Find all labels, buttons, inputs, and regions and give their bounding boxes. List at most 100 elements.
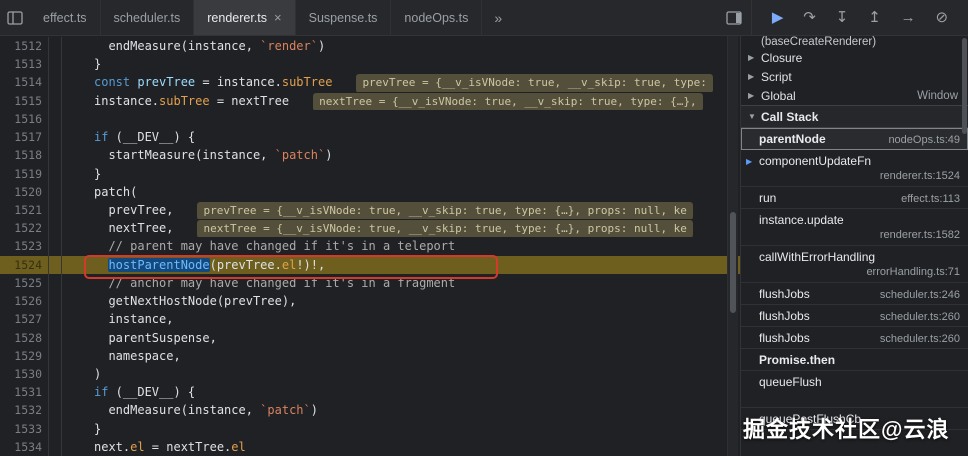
breakpoint-gutter[interactable] <box>48 37 62 56</box>
tab-effect.ts[interactable]: effect.ts <box>30 0 101 35</box>
line-number[interactable]: 1515 <box>0 92 48 110</box>
line-number[interactable]: 1522 <box>0 219 48 237</box>
scope-row-script[interactable]: ▶ Script <box>741 67 968 86</box>
breakpoint-gutter[interactable] <box>48 182 62 201</box>
tab-nodeOps.ts[interactable]: nodeOps.ts <box>391 0 483 35</box>
step-over-icon[interactable]: ↷ <box>803 10 816 25</box>
callstack-frame[interactable]: Promise.then <box>741 349 968 371</box>
breakpoint-gutter[interactable] <box>48 219 62 238</box>
line-number[interactable]: 1529 <box>0 347 48 365</box>
sidebar-scrollbar-thumb[interactable] <box>962 38 967 134</box>
line-number[interactable]: 1530 <box>0 365 48 383</box>
code-content: next.el = nextTree.el <box>62 438 740 456</box>
breakpoint-gutter[interactable] <box>48 146 62 165</box>
code-token: patch( <box>94 184 138 199</box>
line-number[interactable]: 1534 <box>0 438 48 456</box>
scope-row-closure[interactable]: ▶ Closure <box>741 48 968 67</box>
code-line: 1519} <box>0 164 740 183</box>
code-token: subTree <box>281 75 333 90</box>
code-content: if (__DEV__) { <box>62 383 740 401</box>
code-editor[interactable]: 1512 endMeasure(instance, `render`) 1513}… <box>0 36 741 456</box>
breakpoint-gutter[interactable] <box>48 328 62 347</box>
tab-scheduler.ts[interactable]: scheduler.ts <box>101 0 195 35</box>
code-content: instance.subTree = nextTree nextTree = {_… <box>62 92 740 110</box>
line-number[interactable]: 1531 <box>0 383 48 401</box>
frame-location <box>759 391 960 404</box>
breakpoint-gutter[interactable] <box>48 237 62 256</box>
breakpoint-gutter[interactable] <box>48 109 62 129</box>
line-number[interactable]: 1524 <box>0 256 48 274</box>
code-token: } <box>94 57 102 72</box>
breakpoint-gutter[interactable] <box>48 437 62 456</box>
step-into-icon[interactable]: ↧ <box>836 10 849 25</box>
show-navigator-icon[interactable] <box>0 0 30 35</box>
more-tabs-icon[interactable]: » <box>482 0 514 35</box>
line-number[interactable]: 1521 <box>0 201 48 219</box>
line-number[interactable]: 1520 <box>0 183 48 201</box>
close-tab-icon[interactable]: × <box>274 10 282 25</box>
breakpoint-gutter[interactable] <box>48 55 62 74</box>
line-number[interactable]: 1514 <box>0 73 48 91</box>
line-number[interactable]: 1533 <box>0 420 48 438</box>
editor-scrollbar[interactable] <box>727 36 738 456</box>
line-number[interactable]: 1518 <box>0 146 48 164</box>
line-number[interactable]: 1512 <box>0 37 48 55</box>
line-number[interactable]: 1523 <box>0 237 48 255</box>
breakpoint-gutter[interactable] <box>48 255 62 274</box>
callstack-frame[interactable]: instance.update renderer.ts:1582 <box>741 209 968 246</box>
line-number[interactable]: 1513 <box>0 55 48 73</box>
breakpoint-gutter[interactable] <box>48 364 62 384</box>
callstack-frame[interactable]: flushJobs scheduler.ts:246 <box>741 283 968 305</box>
breakpoint-gutter[interactable] <box>48 383 62 402</box>
tab-label: Suspense.ts <box>308 10 378 25</box>
breakpoint-gutter[interactable] <box>48 73 62 92</box>
callstack-frame[interactable]: ▶ componentUpdateFn renderer.ts:1524 <box>741 150 968 187</box>
line-number[interactable]: 1519 <box>0 165 48 183</box>
breakpoint-gutter[interactable] <box>48 310 62 329</box>
callstack-frame[interactable]: flushJobs scheduler.ts:260 <box>741 327 968 349</box>
callstack-frame[interactable]: queueFlush <box>741 371 968 408</box>
step-icon[interactable]: → <box>901 10 916 25</box>
code-token: subTree <box>159 93 210 108</box>
frame-name: flushJobs <box>759 309 810 323</box>
scope-row-global[interactable]: ▶ Global Window <box>741 86 968 105</box>
resume-icon[interactable]: ▶ <box>772 10 784 25</box>
editor-scrollbar-thumb[interactable] <box>730 212 736 314</box>
line-number[interactable]: 1528 <box>0 329 48 347</box>
line-number[interactable]: 1517 <box>0 128 48 146</box>
callstack-frame[interactable]: parentNode nodeOps.ts:49 <box>741 128 968 150</box>
frame-name: flushJobs <box>759 331 810 345</box>
line-number[interactable]: 1525 <box>0 274 48 292</box>
line-number[interactable]: 1527 <box>0 310 48 328</box>
callstack-frame[interactable]: callWithErrorHandling errorHandling.ts:71 <box>741 246 968 283</box>
breakpoint-gutter[interactable] <box>48 419 62 438</box>
callstack-frame[interactable]: flushJobs scheduler.ts:260 <box>741 305 968 327</box>
code-token: prevTree, <box>94 202 174 217</box>
code-line: 1514 const prevTree = instance.subTree pre… <box>0 73 740 92</box>
breakpoint-gutter[interactable] <box>48 273 62 293</box>
callstack-frame[interactable]: run effect.ts:113 <box>741 187 968 209</box>
code-token: = instance. <box>195 75 282 90</box>
breakpoint-gutter[interactable] <box>48 91 62 110</box>
frame-location: nodeOps.ts:49 <box>888 134 960 146</box>
code-token: parentSuspense, <box>94 330 217 345</box>
step-out-icon[interactable]: ↥ <box>868 10 881 25</box>
breakpoint-gutter[interactable] <box>48 200 62 220</box>
line-number[interactable]: 1516 <box>0 110 48 128</box>
breakpoint-gutter[interactable] <box>48 164 62 183</box>
tab-renderer.ts[interactable]: renderer.ts × <box>194 0 296 35</box>
code-content: startMeasure(instance, `patch`) <box>62 146 740 164</box>
line-number[interactable]: 1532 <box>0 401 48 419</box>
breakpoint-gutter[interactable] <box>48 128 62 147</box>
frame-location: renderer.ts:1582 <box>879 229 960 241</box>
breakpoint-gutter[interactable] <box>48 292 62 311</box>
tab-Suspense.ts[interactable]: Suspense.ts <box>296 0 392 35</box>
code-line: 1534 next.el = nextTree.el <box>0 437 740 456</box>
toggle-debugger-sidebar-icon[interactable] <box>717 10 751 25</box>
breakpoint-gutter[interactable] <box>48 401 62 420</box>
deactivate-breakpoints-icon[interactable]: ⊘ <box>936 10 949 25</box>
breakpoint-gutter[interactable] <box>48 346 62 365</box>
line-number[interactable]: 1526 <box>0 292 48 310</box>
call-stack-header[interactable]: ▼ Call Stack <box>741 105 968 128</box>
frame-name: parentNode <box>759 132 826 146</box>
